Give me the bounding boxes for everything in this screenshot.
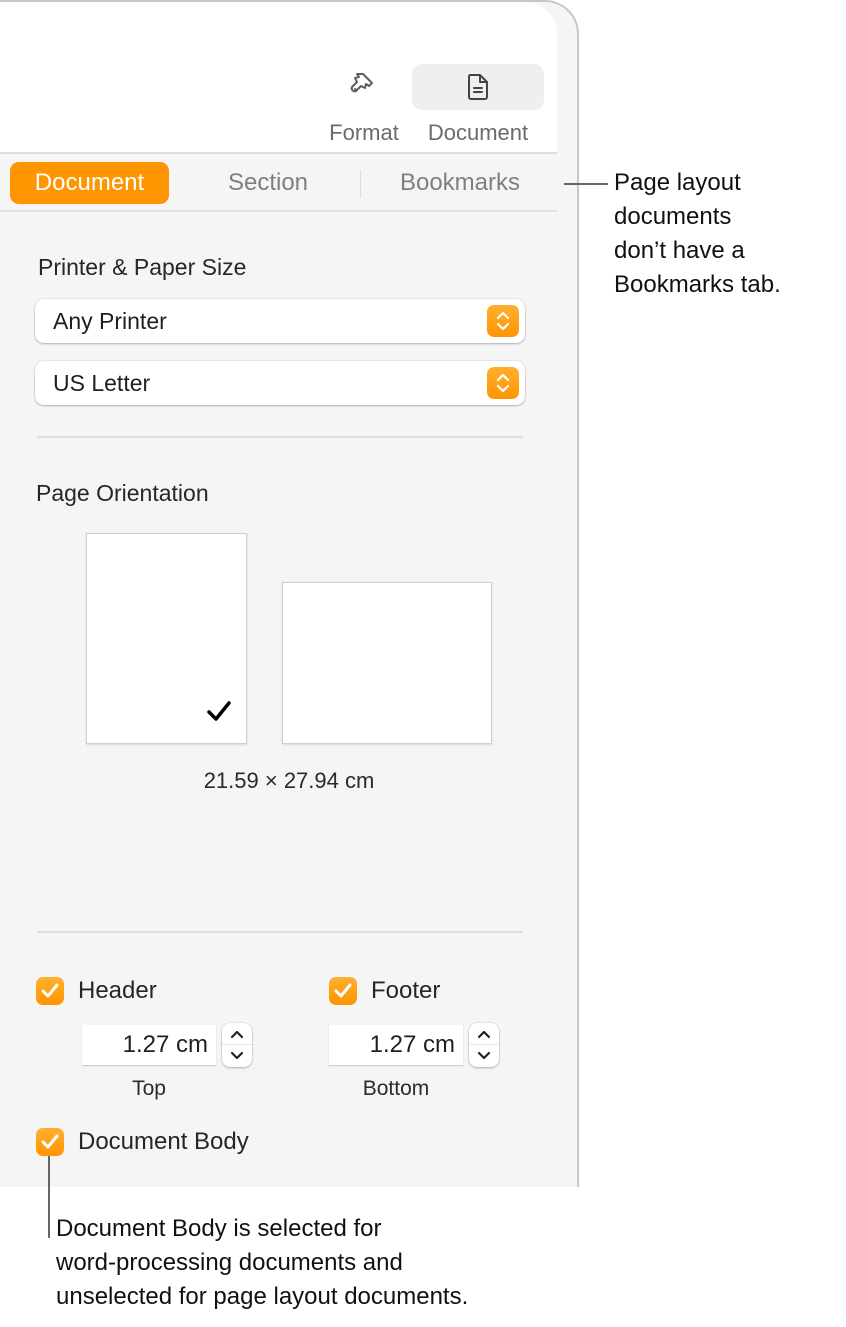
chevron-down-icon[interactable] xyxy=(469,1045,499,1067)
document-body-label: Document Body xyxy=(78,1128,249,1155)
chevron-up-icon[interactable] xyxy=(222,1023,252,1045)
page-orientation-heading: Page Orientation xyxy=(36,480,209,506)
paper-size-select[interactable]: US Letter xyxy=(35,361,525,405)
callout-line-text: documents xyxy=(614,203,732,230)
footer-bottom-field[interactable]: 1.27 cm xyxy=(329,1025,463,1065)
tab-bookmarks[interactable]: Bookmarks xyxy=(380,162,540,204)
tab-section[interactable]: Section xyxy=(200,162,336,204)
document-sidebar-panel: Format Document Document Section Bookmar… xyxy=(0,0,579,1187)
header-label: Header xyxy=(78,977,157,1004)
page-dimensions: 21.59 × 27.94 cm xyxy=(203,768,375,793)
inspector-toolbar: Format Document xyxy=(0,2,557,154)
up-down-chevron-icon xyxy=(487,367,519,399)
printer-paper-heading: Printer & Paper Size xyxy=(38,254,247,280)
checkmark-icon xyxy=(206,700,232,727)
document-icon xyxy=(412,64,544,110)
document-body-checkbox[interactable] xyxy=(36,1128,64,1156)
callout-line-text: Document Body is selected for xyxy=(56,1215,382,1242)
divider xyxy=(37,436,523,438)
chevron-down-icon[interactable] xyxy=(222,1045,252,1067)
paintbrush-icon xyxy=(298,64,430,110)
callout-line-text: unselected for page layout documents. xyxy=(56,1283,469,1310)
callout-line-text: Bookmarks tab. xyxy=(614,271,781,298)
footer-label: Footer xyxy=(371,977,441,1004)
up-down-chevron-icon xyxy=(487,305,519,337)
footer-stepper[interactable] xyxy=(469,1023,499,1067)
header-top-field[interactable]: 1.27 cm xyxy=(82,1025,216,1065)
tab-document[interactable]: Document xyxy=(10,162,169,204)
tab-bar: Document Section Bookmarks xyxy=(0,156,557,212)
bookmarks-callout: Page layout documents don’t have a Bookm… xyxy=(614,166,781,302)
printer-select[interactable]: Any Printer xyxy=(35,299,525,343)
portrait-orientation-option[interactable] xyxy=(86,533,247,744)
document-label: Document xyxy=(427,120,529,145)
callout-leader-line xyxy=(48,1156,50,1238)
printer-value: Any Printer xyxy=(53,308,167,334)
footer-checkbox[interactable] xyxy=(329,977,357,1005)
landscape-orientation-option[interactable] xyxy=(282,582,492,744)
footer-bottom-caption: Bottom xyxy=(362,1077,430,1100)
header-top-caption: Top xyxy=(132,1077,166,1100)
tab-separator xyxy=(360,170,361,198)
format-button[interactable]: Format xyxy=(298,64,430,156)
callout-line-text: word-processing documents and xyxy=(56,1249,403,1276)
paper-size-value: US Letter xyxy=(53,370,151,396)
callout-line-text: don’t have a xyxy=(614,237,745,264)
document-button[interactable]: Document xyxy=(412,64,544,156)
header-checkbox[interactable] xyxy=(36,977,64,1005)
callout-line-text: Page layout xyxy=(614,169,741,196)
divider xyxy=(37,931,523,933)
document-body-callout: Document Body is selected for word-proce… xyxy=(56,1212,468,1314)
format-label: Format xyxy=(329,120,399,145)
callout-leader-line xyxy=(564,183,608,185)
chevron-up-icon[interactable] xyxy=(469,1023,499,1045)
header-stepper[interactable] xyxy=(222,1023,252,1067)
